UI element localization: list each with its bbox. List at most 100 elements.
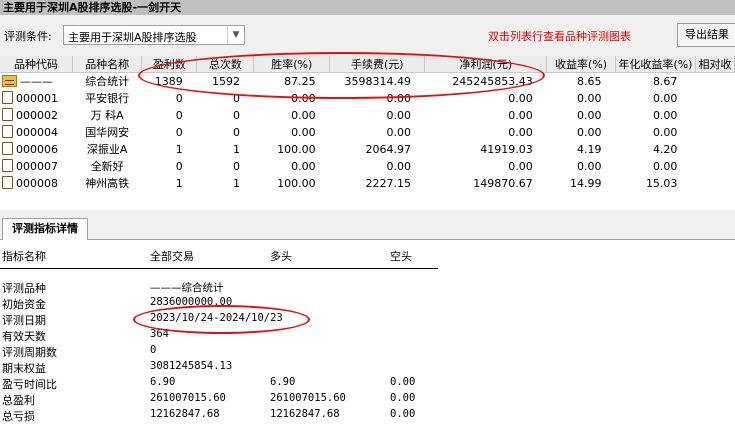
col-header-fee[interactable]: 手续费(元) xyxy=(329,56,426,73)
row-profit: 245245853.43 xyxy=(424,72,547,90)
toolbar: 评测条件: 主要用于深圳A股排序选股 ▼ 双击列表行查看品种评测图表 导出结果 xyxy=(0,16,735,54)
row-winrate: 0.00 xyxy=(291,159,316,173)
metric-short: 0.00 xyxy=(390,408,416,420)
metric-label: 盈亏时间比 xyxy=(2,378,57,391)
row-winrate: 0.00 xyxy=(291,91,316,105)
row-annual-return: 0.00 xyxy=(652,91,678,105)
table-row[interactable]: 000008 神州高铁 1 1 100.00 2227.15 149870.67… xyxy=(0,175,735,192)
row-fee: 0.00 xyxy=(386,159,411,173)
row-profit: 0.00 xyxy=(508,91,533,105)
condition-value: 主要用于深圳A股排序选股 xyxy=(68,31,197,44)
metric-short: 0.00 xyxy=(390,392,416,404)
col-header-code[interactable]: 品种代码 xyxy=(0,56,73,73)
row-total: 1 xyxy=(232,176,240,190)
file-icon xyxy=(2,108,13,121)
row-total: 0 xyxy=(232,108,240,122)
row-fee: 0.00 xyxy=(386,125,411,139)
table-row[interactable]: 000006 深振业A 1 1 100.00 2064.97 41919.03 … xyxy=(0,141,735,158)
col-header-total[interactable]: 总次数 xyxy=(196,56,255,73)
metric-short: 0.00 xyxy=(390,376,416,388)
row-profit: 41919.03 xyxy=(480,142,533,156)
row-code: ——— xyxy=(20,74,53,88)
col-header-profit[interactable]: 净利润(元) xyxy=(424,56,548,73)
metric-label: 总盈利 xyxy=(2,394,35,407)
row-name: 深振业A xyxy=(86,143,128,156)
col-header-relative[interactable]: 相对收 xyxy=(695,56,735,73)
file-icon xyxy=(2,91,13,104)
row-wins: 0 xyxy=(175,108,183,122)
row-profit: 0.00 xyxy=(508,159,533,173)
row-fee: 3598314.49 xyxy=(329,72,425,90)
chevron-down-icon[interactable]: ▼ xyxy=(227,26,244,44)
row-total: 0 xyxy=(232,125,240,139)
row-return: 4.19 xyxy=(576,142,602,156)
col-header-winrate[interactable]: 胜率(%) xyxy=(253,56,331,73)
table-row[interactable]: ——— 综合统计 1389 1592 87.25 3598314.49 2452… xyxy=(0,72,735,90)
row-profit: 149870.67 xyxy=(473,176,533,190)
col-header-name[interactable]: 品种名称 xyxy=(72,56,143,73)
detail-header-all: 全部交易 xyxy=(150,250,194,263)
col-header-annual-return[interactable]: 年化收益率(%) xyxy=(615,56,696,73)
condition-select[interactable]: 主要用于深圳A股排序选股 ▼ xyxy=(63,25,245,45)
row-total: 0 xyxy=(232,159,240,173)
row-annual-return: 0.00 xyxy=(652,159,678,173)
file-icon xyxy=(2,142,13,155)
row-wins: 1389 xyxy=(141,72,197,90)
metric-all: 261007015.60 xyxy=(150,392,226,404)
metric-label: 初始资金 xyxy=(2,298,46,311)
row-name: 平安银行 xyxy=(85,92,130,105)
detail-header-short: 空头 xyxy=(390,250,412,263)
row-annual-return: 4.20 xyxy=(652,142,678,156)
folder-icon xyxy=(2,74,17,87)
metric-all: 6.90 xyxy=(150,376,176,388)
row-wins: 0 xyxy=(175,125,183,139)
detail-header-divider xyxy=(0,268,438,269)
row-winrate: 0.00 xyxy=(291,125,316,139)
metric-all: 2023/10/24-2024/10/23 xyxy=(150,312,283,324)
metric-label: 期末权益 xyxy=(2,362,46,375)
metric-all: 2836000000.00 xyxy=(150,296,233,308)
window-title: 主要用于深圳A股排序选股-一剑开天 xyxy=(0,0,735,15)
row-name: 万 科A xyxy=(90,109,124,122)
row-code: 000004 xyxy=(16,126,58,139)
row-code: 000006 xyxy=(16,143,58,156)
detail-panel: 指标名称 全部交易 多头 空头 评测品种 ———综合统计 初始资金 283600… xyxy=(0,240,735,426)
detail-header-long: 多头 xyxy=(270,250,292,263)
export-button[interactable]: 导出结果 xyxy=(677,23,735,47)
row-code: 000002 xyxy=(16,109,58,122)
row-wins: 1 xyxy=(175,142,183,156)
row-fee: 0.00 xyxy=(386,108,411,122)
row-winrate: 0.00 xyxy=(291,108,316,122)
row-total: 0 xyxy=(232,91,240,105)
metric-label: 评测品种 xyxy=(2,282,46,295)
metric-label: 总亏损 xyxy=(2,410,35,423)
detail-tabstrip: 评测指标详情 xyxy=(0,216,735,241)
file-icon xyxy=(2,125,13,138)
tab-detail[interactable]: 评测指标详情 xyxy=(2,218,88,241)
col-header-return[interactable]: 收益率(%) xyxy=(546,56,616,73)
metric-long: 6.90 xyxy=(270,376,296,388)
metric-label: 有效天数 xyxy=(2,330,46,343)
row-return: 8.65 xyxy=(546,72,616,90)
row-winrate: 100.00 xyxy=(277,176,316,190)
col-header-wins[interactable]: 盈利数 xyxy=(141,56,198,73)
table-row[interactable]: 000007 全新好 0 0 0.00 0.00 0.00 0.00 0.00 xyxy=(0,158,735,175)
table-row[interactable]: 000004 国华网安 0 0 0.00 0.00 0.00 0.00 0.00 xyxy=(0,124,735,141)
row-winrate: 100.00 xyxy=(277,142,316,156)
row-winrate: 87.25 xyxy=(253,72,330,90)
row-return: 0.00 xyxy=(576,91,602,105)
metric-long: 12162847.68 xyxy=(270,408,340,420)
row-return: 0.00 xyxy=(576,159,602,173)
row-wins: 0 xyxy=(175,91,183,105)
metric-all: ———综合统计 xyxy=(150,282,224,294)
row-return: 0.00 xyxy=(576,108,602,122)
results-table: 品种代码 品种名称 盈利数 总次数 胜率(%) 手续费(元) 净利润(元) 收益… xyxy=(0,56,735,210)
table-row[interactable]: 000002 万 科A 0 0 0.00 0.00 0.00 0.00 0.00 xyxy=(0,107,735,124)
metric-long: 261007015.60 xyxy=(270,392,346,404)
row-profit: 0.00 xyxy=(508,108,533,122)
table-row[interactable]: 000001 平安银行 0 0 0.00 0.00 0.00 0.00 0.00 xyxy=(0,90,735,107)
row-fee: 0.00 xyxy=(386,91,411,105)
condition-label: 评测条件: xyxy=(4,30,52,43)
metric-label: 评测周期数 xyxy=(2,346,57,359)
row-total: 1592 xyxy=(196,72,254,90)
